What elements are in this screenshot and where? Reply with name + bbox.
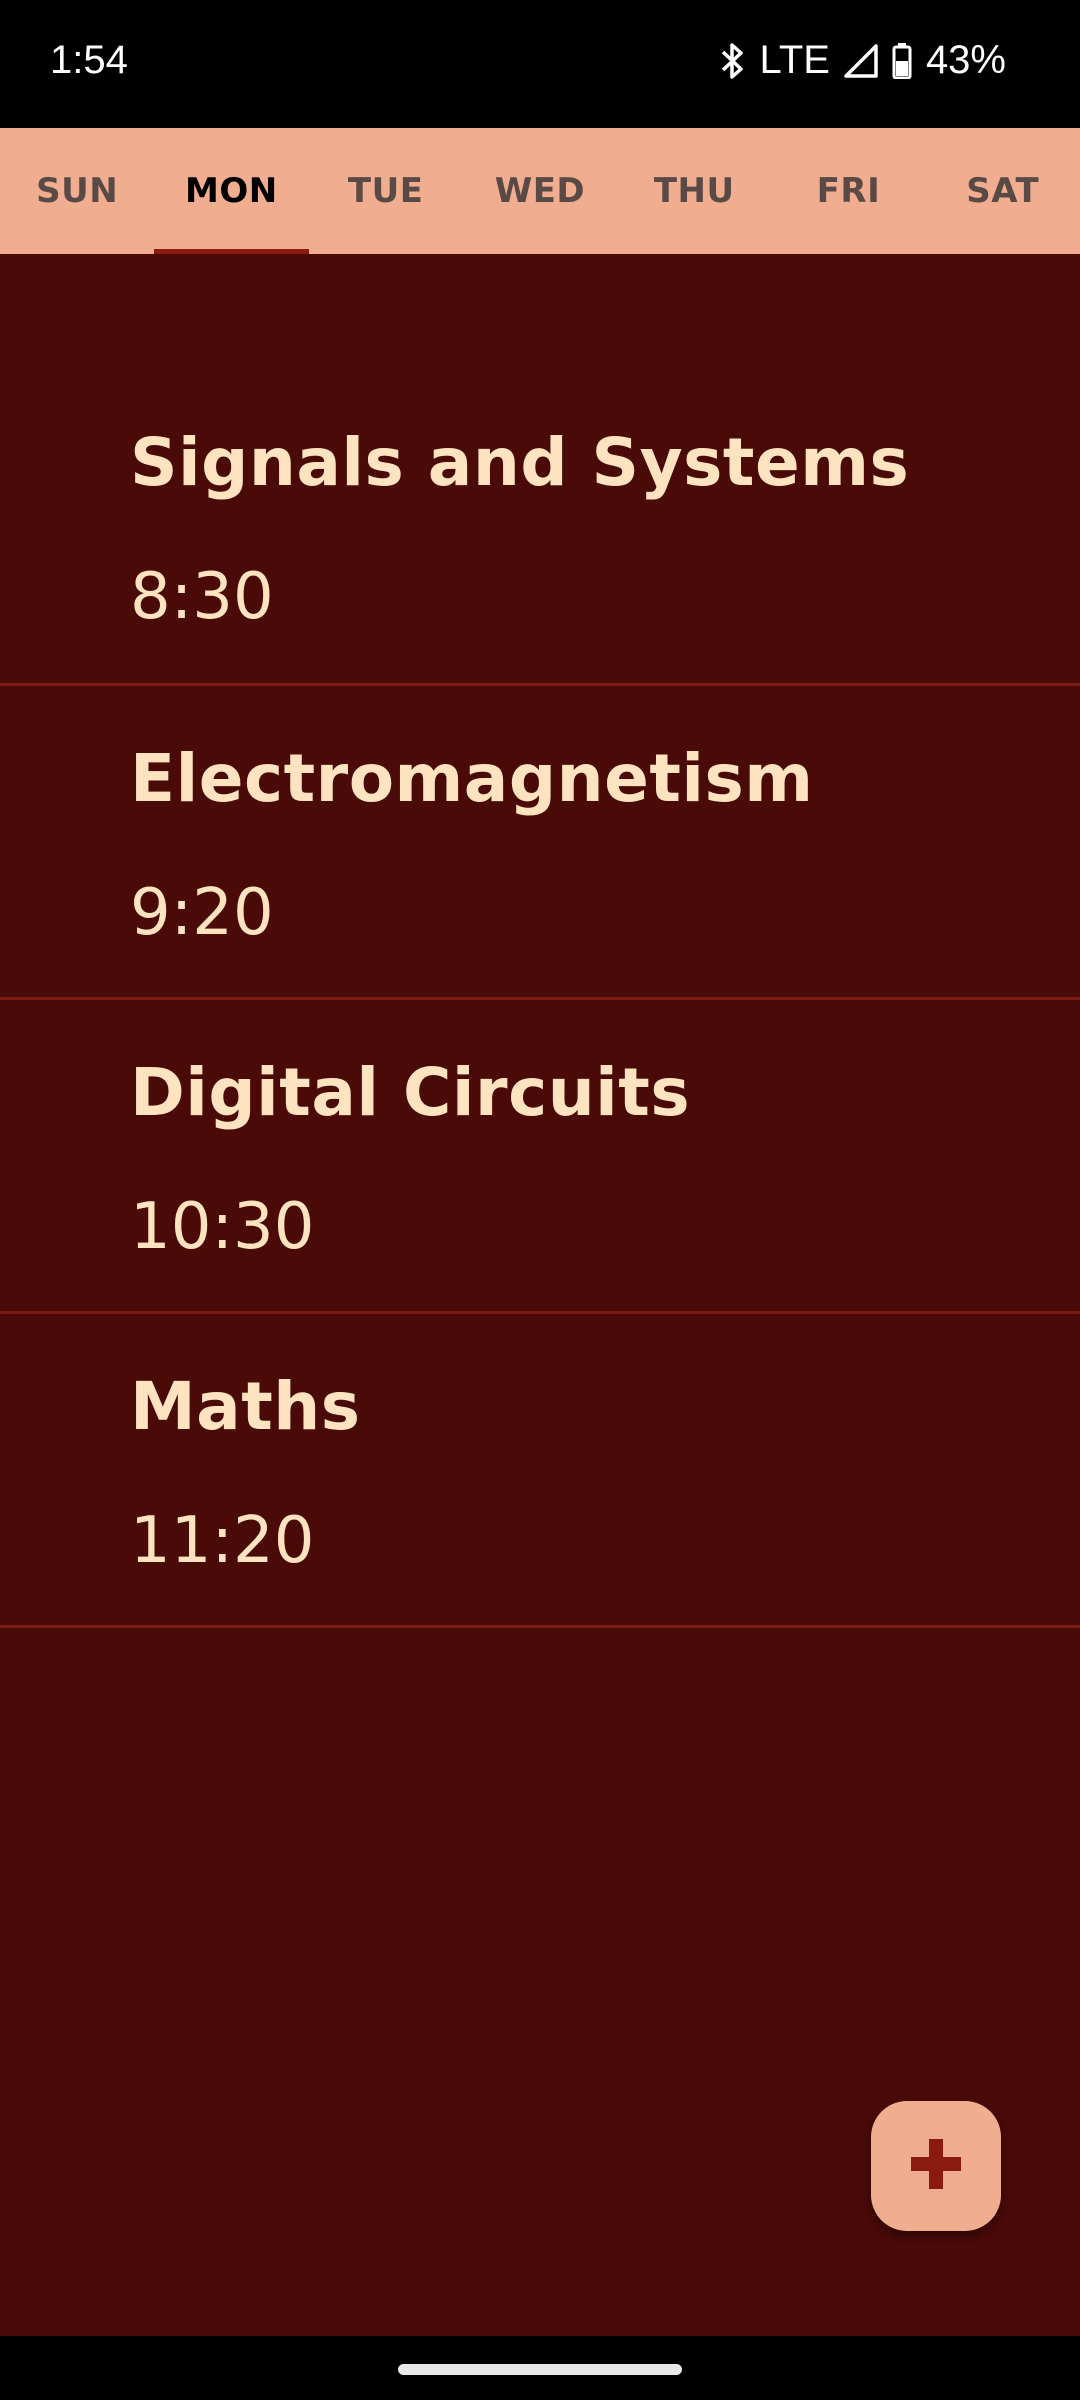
- tab-fri[interactable]: FRI: [771, 128, 925, 254]
- class-title: Digital Circuits: [130, 1054, 691, 1131]
- day-tab-bar: SUN MON TUE WED THU FRI SAT: [0, 128, 1080, 254]
- plus-icon: [909, 2137, 963, 2195]
- home-gesture-handle[interactable]: [398, 2364, 682, 2375]
- list-item[interactable]: Electromagnetism 9:20: [0, 686, 1080, 1000]
- screen: 1:54 LTE 43% SUN MON TUE WED THU FRI SAT…: [0, 0, 1080, 2400]
- status-time: 1:54: [50, 38, 128, 82]
- list-item[interactable]: Maths 11:20: [0, 1314, 1080, 1628]
- battery-percent: 43%: [925, 38, 1006, 82]
- status-bar: 1:54 LTE 43%: [0, 0, 1080, 128]
- tab-mon[interactable]: MON: [154, 128, 309, 254]
- class-time: 11:20: [130, 1504, 315, 1578]
- signal-icon: [844, 43, 878, 78]
- class-title: Maths: [130, 1368, 361, 1445]
- navigation-bar: [0, 2336, 1080, 2400]
- tab-sun[interactable]: SUN: [0, 128, 154, 254]
- add-class-button[interactable]: [871, 2101, 1001, 2231]
- list-item[interactable]: Digital Circuits 10:30: [0, 1000, 1080, 1314]
- class-title: Signals and Systems: [130, 424, 910, 501]
- class-time: 9:20: [130, 876, 274, 950]
- class-list: Signals and Systems 8:30 Electromagnetis…: [0, 370, 1080, 1628]
- network-label: LTE: [759, 38, 830, 82]
- battery-icon: [892, 42, 912, 79]
- class-time: 8:30: [130, 560, 274, 634]
- tab-thu[interactable]: THU: [617, 128, 771, 254]
- bluetooth-icon: [720, 42, 746, 80]
- tab-sat[interactable]: SAT: [926, 128, 1080, 254]
- tab-tue[interactable]: TUE: [309, 128, 463, 254]
- class-title: Electromagnetism: [130, 740, 814, 817]
- class-time: 10:30: [130, 1190, 315, 1264]
- list-item[interactable]: Signals and Systems 8:30: [0, 370, 1080, 686]
- status-icons: LTE 43%: [720, 38, 1006, 83]
- tab-wed[interactable]: WED: [463, 128, 617, 254]
